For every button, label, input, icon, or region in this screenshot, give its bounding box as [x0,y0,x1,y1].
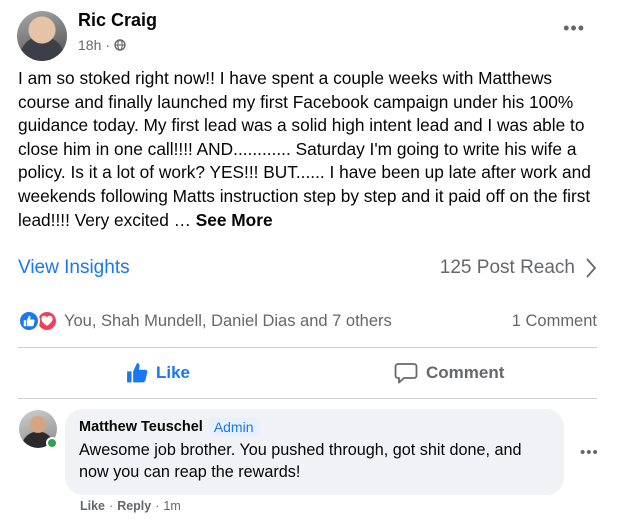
reactions-row: You, Shah Mundell, Daniel Dias and 7 oth… [18,309,597,333]
comment-actions-separator: · [109,499,114,513]
post-reach-label: 125 Post Reach [439,257,575,278]
see-more-link[interactable]: See More [196,210,273,230]
comment-bubble: Matthew Teuschel Admin Awesome job broth… [65,409,564,495]
comment-header: Matthew Teuschel Admin [79,418,550,436]
reaction-names[interactable]: You, Shah Mundell, Daniel Dias and 7 oth… [64,312,392,331]
post-meta: 18h · [78,37,126,53]
like-button[interactable]: Like [126,358,190,388]
post-time[interactable]: 18h [78,37,101,53]
comment-author[interactable]: Matthew Teuschel [79,419,203,435]
comment-time[interactable]: 1m [163,499,180,513]
like-button-label: Like [156,363,191,382]
chevron-right-icon [586,258,597,278]
comment-count[interactable]: 1 Comment [512,312,597,331]
author-avatar[interactable] [17,11,67,61]
comment-text: Awesome job brother. You pushed through,… [79,441,522,481]
divider [18,398,597,399]
comment-actions: Like · Reply · 1m [80,499,181,513]
globe-icon [114,39,126,51]
reaction-summary[interactable]: You, Shah Mundell, Daniel Dias and 7 oth… [18,310,392,332]
comment-more-icon[interactable]: ••• [580,444,599,461]
comment-actions-separator: · [155,499,160,513]
online-status-icon [46,437,58,449]
thumbs-up-icon [127,363,148,383]
comment-like-button[interactable]: Like [80,499,105,513]
post-reach[interactable]: 125 Post Reach [440,257,597,279]
insights-row: View Insights 125 Post Reach [18,254,597,282]
comment-icon [394,363,418,384]
view-insights-link[interactable]: View Insights [18,257,130,279]
post-author-name[interactable]: Ric Craig [78,10,157,31]
comment-button-label: Comment [426,363,505,382]
more-icon[interactable]: ••• [563,18,585,39]
comment-reply-button[interactable]: Reply [117,499,151,513]
admin-badge: Admin [208,418,259,436]
comment-button[interactable]: Comment [394,358,504,388]
like-reaction-icon [18,310,40,332]
post-body: I am so stoked right now!! I have spent … [18,68,591,230]
meta-separator: · [105,37,111,53]
post-text: I am so stoked right now!! I have spent … [18,67,603,232]
divider [18,347,597,348]
commenter-avatar[interactable] [19,410,58,449]
